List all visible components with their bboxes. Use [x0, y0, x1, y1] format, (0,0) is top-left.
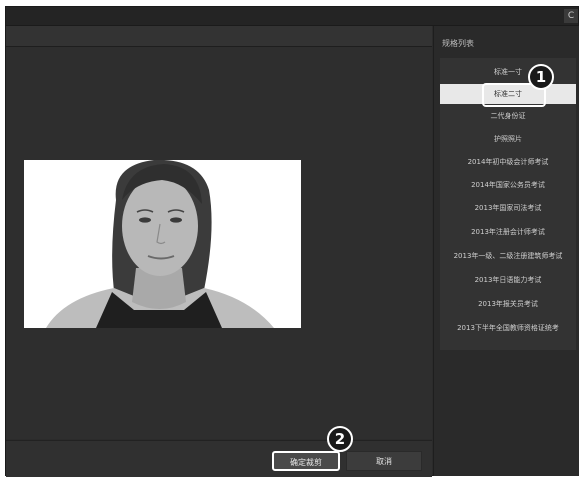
callout-badge-2: 2	[327, 426, 353, 452]
spec-item-passport[interactable]: 护照照片	[440, 129, 576, 149]
close-icon: C	[567, 11, 575, 21]
spec-sidebar: 规格列表 标准一寸 标准二寸 二代身份证 护照照片 2014年初中级会计师考试 …	[433, 26, 579, 476]
crop-dialog: C 确定裁剪 取消 规格列表 标准一寸 标准二寸 二代身份证 护照照片 2014…	[5, 6, 579, 477]
spec-item-id-card[interactable]: 二代身份证	[440, 106, 576, 126]
spec-item-cpa-2013[interactable]: 2013年注册会计师考试	[440, 222, 576, 242]
portrait-photo	[24, 160, 301, 328]
confirm-crop-button[interactable]: 确定裁剪	[272, 451, 340, 471]
spec-list-title: 规格列表	[442, 39, 474, 48]
spec-item-accountant-2014[interactable]: 2014年初中级会计师考试	[440, 152, 576, 172]
canvas-toolbar	[6, 26, 432, 47]
action-bar: 确定裁剪 取消	[6, 440, 432, 477]
crop-canvas[interactable]	[6, 47, 432, 439]
spec-item-1inch[interactable]: 标准一寸	[440, 62, 576, 82]
spec-list: 标准一寸 标准二寸 二代身份证 护照照片 2014年初中级会计师考试 2014年…	[440, 58, 576, 350]
spec-item-civil-2014[interactable]: 2014年国家公务员考试	[440, 175, 576, 195]
spec-item-teacher-2013[interactable]: 2013下半年全国教师资格证统考	[440, 318, 576, 338]
portrait-image	[24, 160, 301, 328]
title-bar: C	[6, 7, 578, 26]
cancel-button[interactable]: 取消	[346, 451, 422, 471]
spec-item-architect-2013[interactable]: 2013年一级、二级注册建筑师考试	[440, 246, 576, 266]
spec-item-2inch[interactable]: 标准二寸	[440, 84, 576, 104]
spec-item-customs-2013[interactable]: 2013年报关员考试	[440, 294, 576, 314]
callout-badge-1: 1	[528, 64, 554, 90]
spec-item-japanese-2013[interactable]: 2013年日语能力考试	[440, 270, 576, 290]
close-button[interactable]: C	[564, 9, 578, 23]
spec-item-judicial-2013[interactable]: 2013年国家司法考试	[440, 198, 576, 218]
